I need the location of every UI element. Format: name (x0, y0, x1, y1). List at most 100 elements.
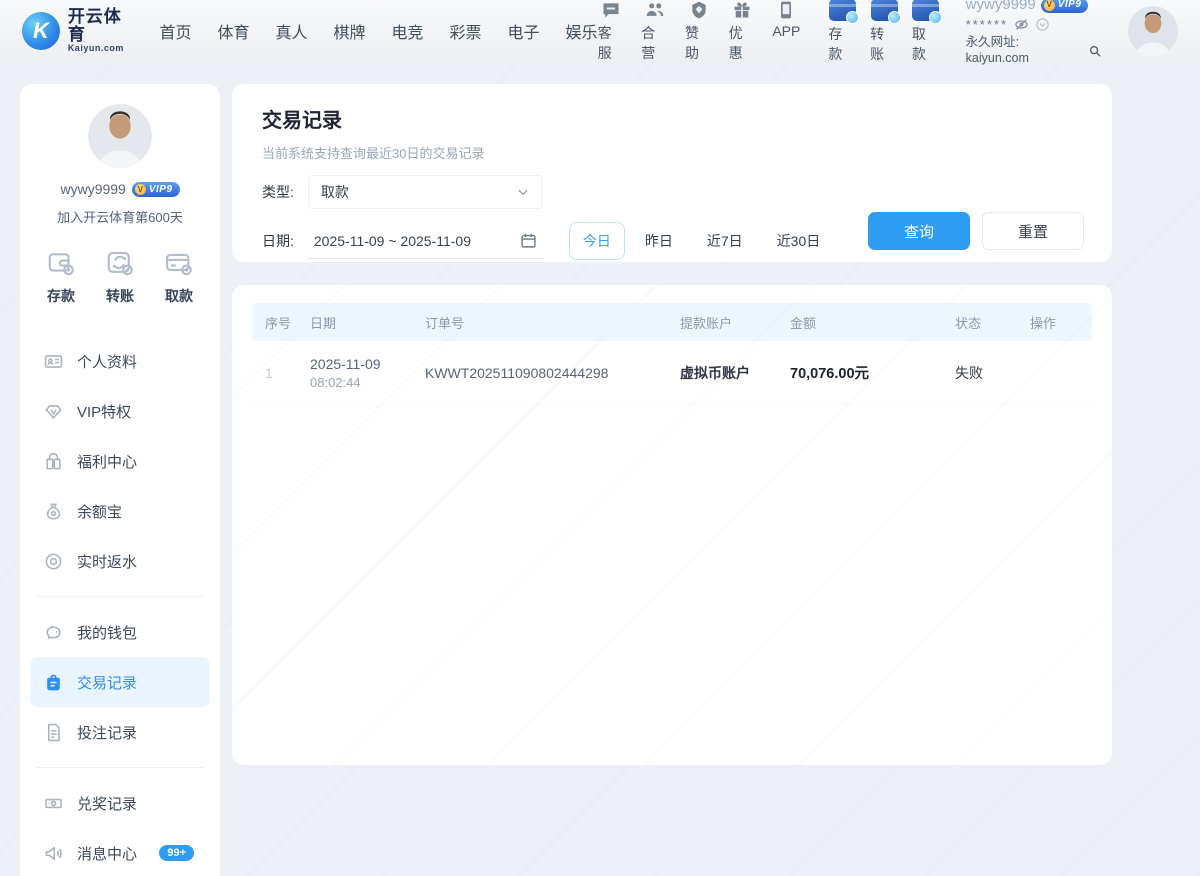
sidebar-item-betting-records[interactable]: 投注记录 (30, 707, 210, 757)
query-button[interactable]: 查询 (868, 212, 970, 250)
page-title: 交易记录 (262, 104, 1082, 133)
quick-withdraw-button[interactable]: 取款 (164, 248, 194, 306)
withdraw-button[interactable]: 取款 (912, 0, 940, 64)
header-wallet-actions: 存款 转账 取款 (828, 0, 939, 64)
chevron-circle-icon[interactable] (1035, 17, 1050, 32)
row-account: 虚拟币账户 (680, 363, 790, 383)
sidebar-item-transactions[interactable]: 交易记录 (30, 657, 210, 707)
sidebar-item-redeem-records[interactable]: 兑奖记录 (30, 778, 210, 828)
sponsor-label: 赞助 (685, 23, 713, 63)
filter-card: 交易记录 当前系统支持查询最近30日的交易记录 类型: 取款 日期: 2025-… (232, 84, 1112, 262)
page: K 开云体育 Kaiyun.com 首页 体育 真人 棋牌 电竞 彩票 电子 娱… (0, 0, 1200, 876)
deposit-card-icon (829, 0, 856, 21)
vip-shield-icon: V (1044, 0, 1055, 11)
deposit-button[interactable]: 存款 (828, 0, 856, 64)
nav-item-chess[interactable]: 棋牌 (333, 19, 365, 43)
sidebar-item-profile[interactable]: 个人资料 (30, 336, 210, 386)
deposit-label: 存款 (828, 24, 856, 64)
nav-item-home[interactable]: 首页 (159, 19, 191, 43)
vip-icon (44, 402, 63, 421)
sidebar-item-welfare[interactable]: 福利中心 (30, 436, 210, 486)
nav-item-sports[interactable]: 体育 (217, 19, 249, 43)
profile-section: wywy9999 V VIP9 加入开云体育第600天 (20, 84, 220, 226)
piggy-icon (44, 623, 63, 642)
avatar[interactable] (88, 104, 152, 168)
vip-badge: V VIP9 (132, 182, 180, 197)
date-range-picker[interactable]: 2025-11-09 ~ 2025-11-09 (308, 223, 543, 259)
sidebar-item-label: 消息中心 (77, 843, 137, 864)
brand-domain: Kaiyun.com (68, 44, 140, 53)
avatar[interactable] (1128, 6, 1178, 56)
promotions-label: 优惠 (729, 23, 757, 63)
transfer-label: 转账 (870, 24, 898, 64)
partnership-button[interactable]: 合营 (641, 0, 669, 63)
col-order-no: 订单号 (425, 313, 680, 332)
vip-shield-icon: V (135, 184, 146, 195)
sidebar-item-label: 投注记录 (77, 722, 137, 743)
sponsor-button[interactable]: 赞助 (685, 0, 713, 63)
sidebar-item-label: 个人资料 (77, 351, 137, 372)
sidebar-item-label: VIP特权 (77, 401, 131, 422)
redeem-icon (44, 794, 63, 813)
range-today-button[interactable]: 今日 (569, 222, 625, 260)
col-action: 操作 (1030, 313, 1092, 332)
reset-button[interactable]: 重置 (982, 212, 1084, 250)
col-amount: 金额 (790, 313, 955, 332)
row-amount: 70,076.00元 (790, 362, 955, 383)
header-actions: 客服 合营 赞助 优惠 APP (598, 0, 801, 63)
quick-withdraw-label: 取款 (165, 286, 193, 306)
vip-level: VIP9 (1058, 0, 1082, 12)
chevron-down-icon (516, 185, 530, 199)
search-icon[interactable] (1088, 44, 1102, 58)
sponsor-icon (689, 0, 709, 20)
row-order-no: KWWT202511090802444298 (425, 365, 680, 381)
nav-item-esports[interactable]: 电竞 (392, 19, 424, 43)
withdraw-label: 取款 (912, 24, 940, 64)
sidebar-item-vip[interactable]: VIP特权 (30, 386, 210, 436)
transfer-card-icon (871, 0, 898, 21)
app-download-button[interactable]: APP (772, 0, 800, 63)
eye-off-icon[interactable] (1014, 17, 1029, 32)
sidebar-item-message-center[interactable]: 消息中心 99+ (30, 828, 210, 876)
moneybag-icon (44, 502, 63, 521)
sidebar-item-rebate[interactable]: 实时返水 (30, 536, 210, 586)
col-index: 序号 (252, 313, 310, 332)
filter-buttons: 查询 重置 (868, 212, 1084, 250)
range-yesterday-button[interactable]: 昨日 (631, 222, 687, 260)
partnership-label: 合营 (641, 23, 669, 63)
quick-deposit-button[interactable]: 存款 (46, 248, 76, 306)
chat-icon (601, 0, 621, 20)
type-filter-row: 类型: 取款 (262, 175, 1082, 209)
col-account: 提款账户 (680, 313, 790, 332)
brand-text: 开云体育 Kaiyun.com (68, 8, 140, 53)
sidebar-item-label: 实时返水 (77, 551, 137, 572)
col-date: 日期 (310, 313, 425, 332)
customer-service-button[interactable]: 客服 (598, 0, 626, 63)
balance-row: ****** (966, 17, 1102, 33)
nav-item-lottery[interactable]: 彩票 (450, 19, 482, 43)
permanent-url-row: 永久网址: kaiyun.com (966, 35, 1102, 66)
range-30days-button[interactable]: 近30日 (763, 222, 835, 260)
days-joined-text: 加入开云体育第600天 (57, 207, 183, 226)
type-select[interactable]: 取款 (308, 175, 543, 209)
records-table-card: 序号 日期 订单号 提款账户 金额 状态 操作 1 2025-11-09 08:… (232, 285, 1112, 765)
menu-divider (36, 767, 204, 768)
message-count-badge: 99+ (159, 845, 194, 861)
brand-logo[interactable]: K 开云体育 Kaiyun.com (22, 8, 139, 53)
quick-transfer-button[interactable]: 转账 (105, 248, 135, 306)
sidebar-item-wallet[interactable]: 我的钱包 (30, 607, 210, 657)
wallet-outline-icon (46, 248, 76, 278)
type-label: 类型: (262, 182, 294, 202)
nav-item-live[interactable]: 真人 (275, 19, 307, 43)
nav-item-slots[interactable]: 电子 (508, 19, 540, 43)
quick-transfer-label: 转账 (106, 286, 134, 306)
welfare-icon (44, 452, 63, 471)
betting-icon (44, 723, 63, 742)
col-status: 状态 (955, 313, 1030, 332)
sidebar-item-yuebao[interactable]: 余额宝 (30, 486, 210, 536)
promotions-button[interactable]: 优惠 (729, 0, 757, 63)
range-7days-button[interactable]: 近7日 (693, 222, 757, 260)
nav-item-entertainment[interactable]: 娱乐 (566, 19, 598, 43)
brand-name: 开云体育 (68, 8, 140, 44)
transfer-button[interactable]: 转账 (870, 0, 898, 64)
